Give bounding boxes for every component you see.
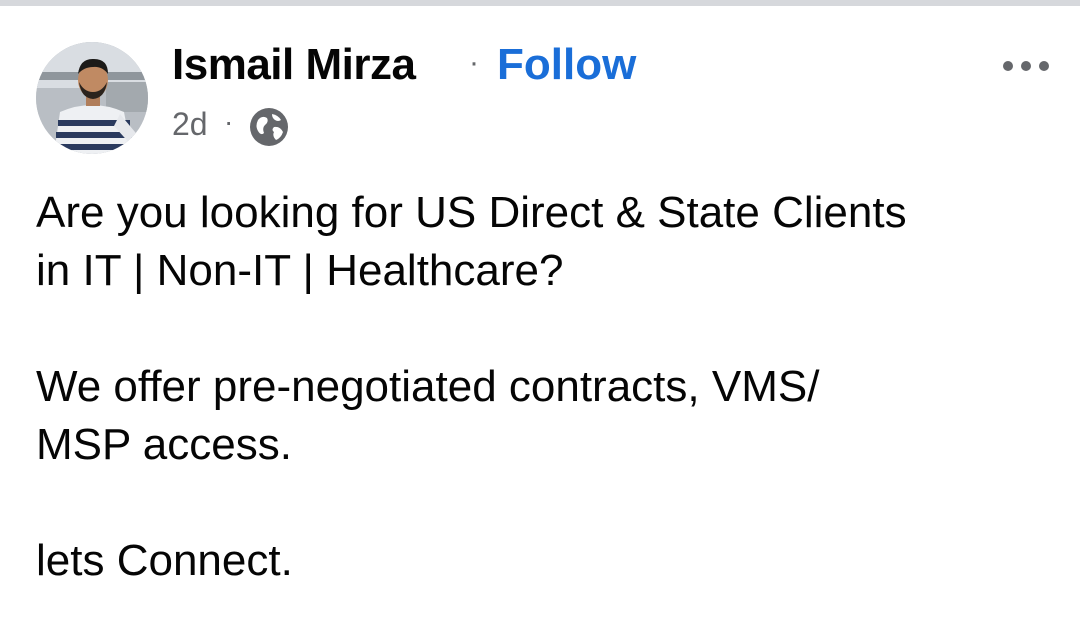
- author-avatar[interactable]: [36, 42, 148, 154]
- post-text-line: Are you looking for US Direct & State Cl…: [36, 188, 907, 237]
- name-separator: ·: [469, 46, 479, 79]
- meta-separator: ·: [224, 106, 234, 137]
- more-options-button[interactable]: [996, 48, 1056, 84]
- follow-button[interactable]: Follow: [497, 40, 636, 90]
- author-name[interactable]: Ismail Mirza: [172, 40, 416, 90]
- post-body: Are you looking for US Direct & State Cl…: [36, 184, 1046, 590]
- post-text-line: MSP access.: [36, 420, 292, 469]
- post-card: Ismail Mirza · Follow 2d · Are you looki…: [0, 6, 1080, 628]
- post-text-line: in IT | Non-IT | Healthcare?: [36, 246, 564, 295]
- profile-photo-icon: [36, 42, 148, 154]
- post-timestamp[interactable]: 2d: [172, 106, 208, 143]
- post-text-line: lets Connect.: [36, 536, 293, 585]
- post-text-line: We offer pre-negotiated contracts, VMS/: [36, 362, 820, 411]
- ellipsis-icon: [1003, 61, 1049, 71]
- globe-icon[interactable]: [248, 106, 290, 148]
